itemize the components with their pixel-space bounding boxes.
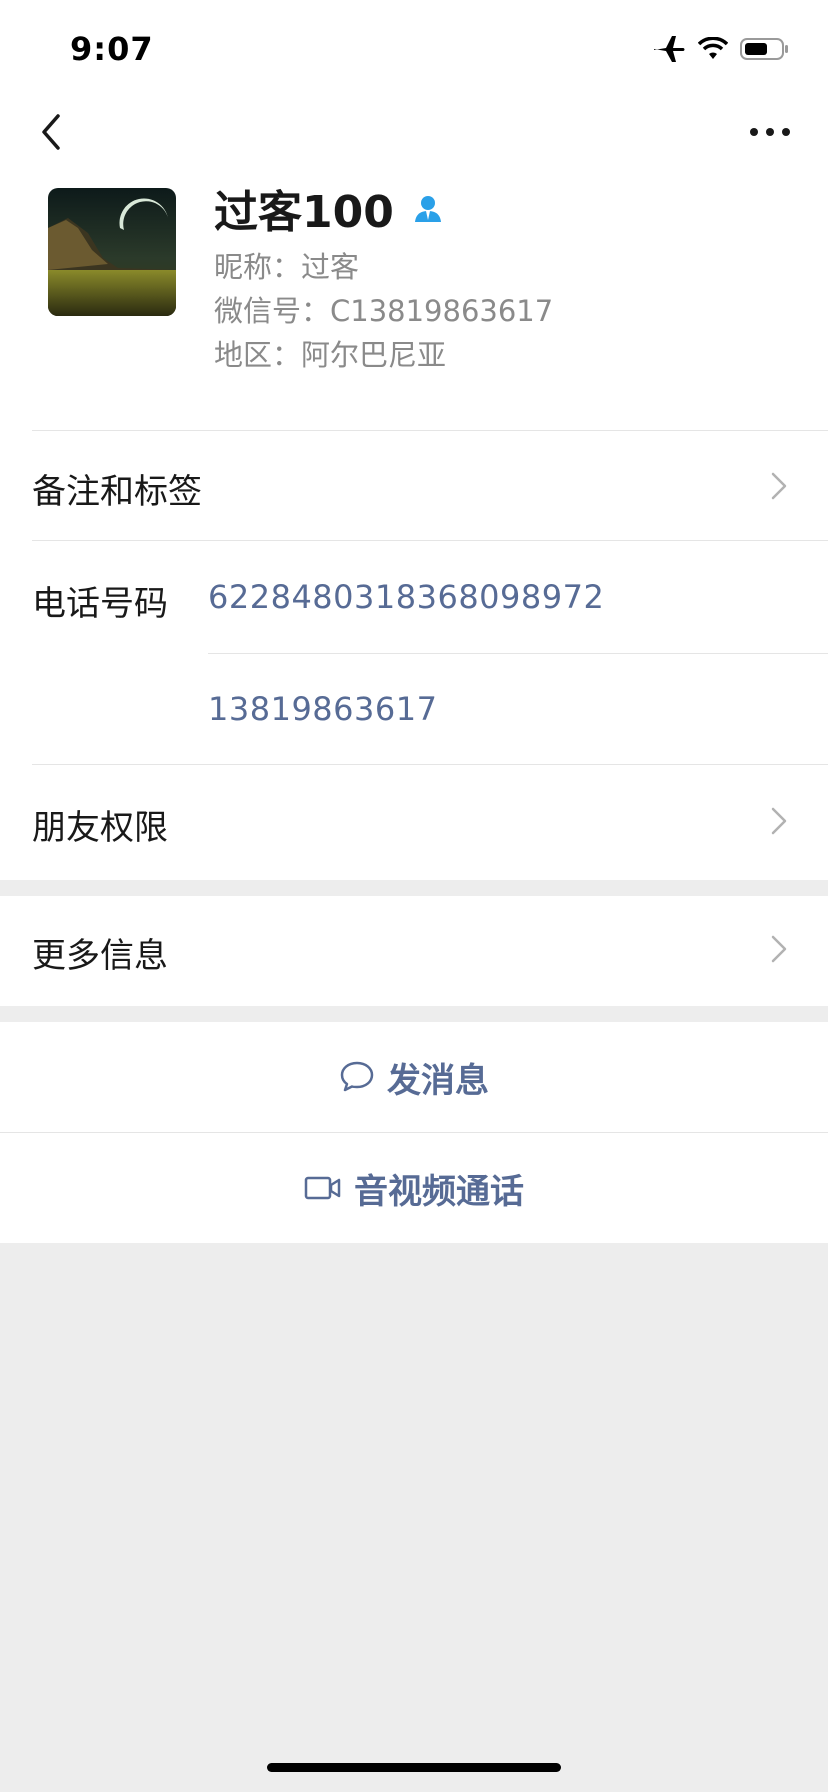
send-message-label: 发消息	[387, 1060, 489, 1101]
display-name: 过客100	[214, 187, 394, 238]
divider	[32, 540, 828, 541]
back-icon	[42, 114, 60, 150]
chevron-right-icon	[771, 935, 787, 963]
contact-badge-icon	[414, 196, 441, 222]
av-call-label: 音视频通话	[354, 1171, 524, 1212]
wechat-id: 微信号：C13819863617	[214, 294, 554, 328]
more-info-label: 更多信息	[32, 936, 168, 976]
phone-number-2[interactable]: 13819863617	[208, 690, 437, 728]
friend-permissions-label: 朋友权限	[32, 808, 168, 848]
home-indicator	[267, 1763, 561, 1772]
phone-number-1[interactable]: 6228480318368098972	[208, 578, 604, 616]
name-row: 过客100	[214, 176, 444, 240]
chevron-right-icon	[771, 472, 787, 500]
av-call-button[interactable]: 音视频通话	[0, 1133, 828, 1243]
region: 地区：阿尔巴尼亚	[214, 338, 447, 372]
back-button[interactable]	[32, 106, 72, 158]
phone-label: 电话号码	[32, 584, 168, 624]
battery-icon	[740, 38, 788, 60]
more-icon	[750, 128, 790, 136]
status-time: 9:07	[70, 30, 154, 68]
chat-bubble-icon	[340, 1061, 374, 1092]
nickname: 昵称：过客	[214, 250, 360, 284]
wifi-icon	[698, 37, 728, 59]
send-message-button[interactable]: 发消息	[0, 1022, 828, 1132]
status-icons	[652, 34, 790, 64]
avatar[interactable]	[48, 188, 176, 316]
avatar-image	[48, 188, 176, 316]
remarks-tags-label: 备注和标签	[32, 472, 202, 512]
chevron-right-icon	[771, 807, 787, 835]
video-call-icon	[304, 1176, 341, 1200]
more-button[interactable]	[746, 112, 794, 152]
airplane-icon	[654, 36, 685, 62]
divider	[208, 653, 828, 654]
